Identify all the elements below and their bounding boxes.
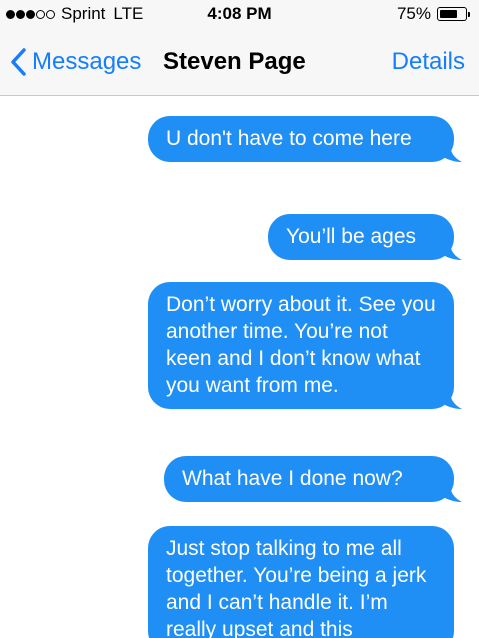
- back-to-messages-button[interactable]: Messages: [8, 46, 141, 78]
- message-text: U don't have to come here: [166, 127, 412, 150]
- chevron-left-icon: [11, 48, 26, 76]
- bubble-tail-icon: [438, 144, 462, 162]
- message-text: You’ll be ages: [286, 225, 416, 248]
- bubble-tail-icon: [438, 242, 462, 260]
- contact-name: Steven Page: [163, 48, 306, 75]
- bubble-tail-icon: [438, 484, 462, 502]
- battery-fill: [440, 10, 457, 18]
- back-label: Messages: [32, 48, 142, 75]
- outgoing-message-bubble[interactable]: U don't have to come here: [148, 116, 462, 162]
- outgoing-message-bubble[interactable]: Just stop talking to me all together. Yo…: [148, 526, 454, 638]
- message-text: Just stop talking to me all together. Yo…: [166, 537, 427, 638]
- navigation-bar: Messages Steven Page Details: [0, 30, 479, 96]
- outgoing-message-bubble[interactable]: What have I done now?: [164, 456, 462, 502]
- status-bar: Sprint LTE 4:08 PM 75%: [0, 0, 479, 30]
- bubble-tail-icon: [438, 391, 462, 409]
- message-text: Don’t worry about it. See you another ti…: [166, 293, 436, 397]
- battery-icon: [437, 7, 470, 21]
- message-thread[interactable]: U don't have to come here You’ll be ages…: [0, 96, 479, 638]
- outgoing-message-bubble[interactable]: Don’t worry about it. See you another ti…: [148, 282, 462, 409]
- battery-percent: 75%: [396, 4, 431, 23]
- battery-group: 75%: [396, 4, 470, 24]
- message-text: What have I done now?: [182, 467, 403, 490]
- outgoing-message-bubble[interactable]: You’ll be ages: [268, 214, 462, 260]
- battery-tip: [468, 12, 470, 17]
- details-button[interactable]: Details: [392, 46, 465, 78]
